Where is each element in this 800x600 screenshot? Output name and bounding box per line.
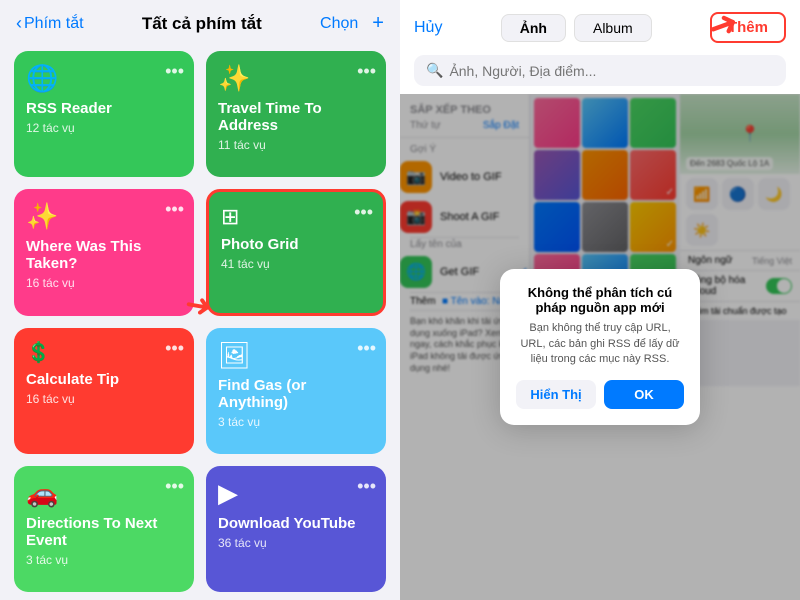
right-panel: Hủy Ảnh Album Thêm ➜ 🔍 Sắp xếp theo Thứ … [400, 0, 800, 600]
shortcut-icon-directions: 🚗 [26, 478, 182, 509]
more-icon[interactable]: ••• [165, 61, 184, 82]
tab-bar: Ảnh Album [501, 14, 652, 42]
shortcut-count-photogrid: 41 tác vụ [221, 257, 371, 271]
shortcut-card-directions[interactable]: ••• 🚗 Directions To Next Event 3 tác vụ [14, 466, 194, 592]
shortcut-name-where: Where Was This Taken? [26, 238, 182, 272]
shortcut-name-travel: Travel Time To Address [218, 100, 374, 134]
modal-body: Bạn không thể truy cập URL, URL, các bản… [516, 321, 684, 367]
more-icon[interactable]: ••• [357, 61, 376, 82]
shortcut-count-where: 16 tác vụ [26, 276, 182, 290]
shortcut-icon-where: ✨ [26, 201, 182, 232]
modal-ok-button[interactable]: OK [604, 380, 684, 409]
shortcut-name-rss: RSS Reader [26, 100, 182, 117]
tab-albums[interactable]: Album [574, 14, 652, 42]
more-icon[interactable]: ••• [165, 476, 184, 497]
add-button[interactable]: Thêm [710, 12, 786, 43]
shortcut-card-photogrid[interactable]: ••• ⊞ Photo Grid 41 tác vụ [206, 189, 386, 315]
shortcut-name-calculate: Calculate Tip [26, 371, 182, 388]
modal-title: Không thể phân tích cú pháp nguồn app mớ… [516, 285, 684, 315]
add-button[interactable]: + [372, 12, 384, 35]
back-button[interactable]: ‹ Phím tắt [16, 13, 84, 34]
search-bar[interactable]: 🔍 [414, 55, 786, 86]
modal-box: Không thể phân tích cú pháp nguồn app mớ… [500, 269, 700, 424]
chevron-left-icon: ‹ [16, 13, 22, 34]
right-header: Hủy Ảnh Album Thêm [400, 0, 800, 51]
left-panel: ‹ Phím tắt Tất cả phím tắt Chọn + ••• 🌐 … [0, 0, 400, 600]
modal-cancel-button[interactable]: Hiển Thị [516, 380, 596, 409]
shortcut-icon-rss: 🌐 [26, 63, 182, 94]
shortcut-name-findgas: Find Gas (or Anything) [218, 377, 374, 411]
shortcut-card-youtube[interactable]: ••• ▶ Download YouTube 36 tác vụ [206, 466, 386, 592]
shortcut-icon-photogrid: ⊞ [221, 204, 371, 230]
modal-actions: Hiển Thị OK [516, 380, 684, 409]
more-icon[interactable]: ••• [165, 199, 184, 220]
shortcut-card-travel[interactable]: ••• ✨ Travel Time To Address 11 tác vụ [206, 51, 386, 177]
tab-photos[interactable]: Ảnh [501, 14, 566, 42]
right-content-area: Sắp xếp theo Thứ tự Sắp Đặt Gợi Ý 📷 Vide… [400, 94, 800, 600]
more-icon[interactable]: ••• [354, 202, 373, 223]
search-icon: 🔍 [426, 62, 443, 79]
red-arrow-icon: ➜ [182, 283, 215, 325]
shortcut-card-findgas[interactable]: ••• 🖼 Find Gas (or Anything) 3 tác vụ [206, 328, 386, 454]
more-icon[interactable]: ••• [357, 476, 376, 497]
page-title: Tất cả phím tắt [142, 14, 262, 34]
shortcut-count-findgas: 3 tác vụ [218, 415, 374, 429]
shortcut-icon-findgas: 🖼 [218, 340, 374, 371]
shortcut-card-rss[interactable]: ••• 🌐 RSS Reader 12 tác vụ [14, 51, 194, 177]
choose-button[interactable]: Chọn [320, 15, 358, 33]
shortcut-count-directions: 3 tác vụ [26, 553, 182, 567]
shortcut-icon-calculate: 💲 [26, 340, 182, 365]
shortcuts-grid: ••• 🌐 RSS Reader 12 tác vụ ••• ✨ Travel … [0, 43, 400, 600]
left-header: ‹ Phím tắt Tất cả phím tắt Chọn + [0, 0, 400, 43]
back-label[interactable]: Phím tắt [24, 15, 84, 33]
shortcut-count-travel: 11 tác vụ [218, 138, 374, 152]
shortcut-name-youtube: Download YouTube [218, 515, 374, 532]
header-actions: Chọn + [320, 12, 384, 35]
shortcut-card-where[interactable]: ••• ✨ Where Was This Taken? 16 tác vụ ➜ [14, 189, 194, 315]
shortcut-count-rss: 12 tác vụ [26, 121, 182, 135]
cancel-button[interactable]: Hủy [414, 19, 442, 37]
shortcut-name-photogrid: Photo Grid [221, 236, 371, 253]
shortcut-count-calculate: 16 tác vụ [26, 392, 182, 406]
shortcut-card-calculate[interactable]: ••• 💲 Calculate Tip 16 tác vụ [14, 328, 194, 454]
modal-overlay: Không thể phân tích cú pháp nguồn app mớ… [400, 94, 800, 600]
right-header-container: Hủy Ảnh Album Thêm ➜ [400, 0, 800, 51]
search-input[interactable] [449, 63, 774, 79]
shortcut-icon-youtube: ▶ [218, 478, 374, 509]
shortcut-count-youtube: 36 tác vụ [218, 536, 374, 550]
shortcut-icon-travel: ✨ [218, 63, 374, 94]
more-icon[interactable]: ••• [357, 338, 376, 359]
shortcut-name-directions: Directions To Next Event [26, 515, 182, 549]
more-icon[interactable]: ••• [165, 338, 184, 359]
